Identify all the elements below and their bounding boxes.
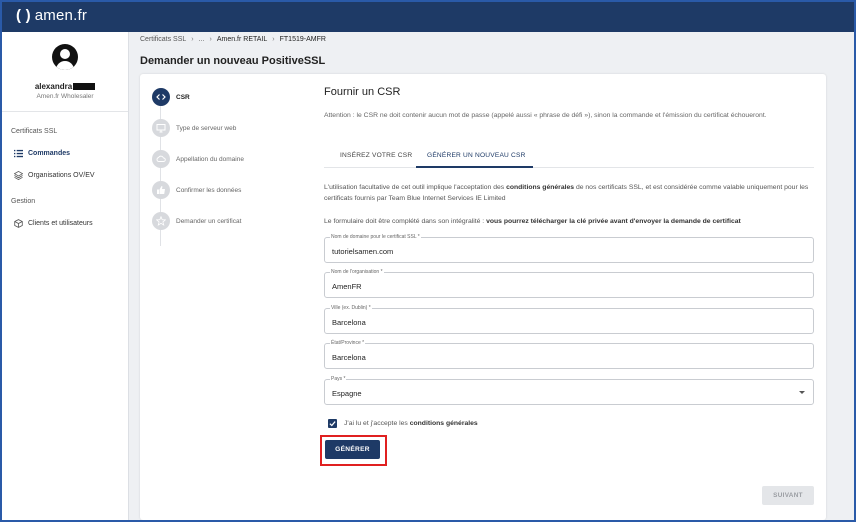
step-label: CSR	[176, 93, 190, 101]
step-server-type[interactable]: Type de serveur web	[152, 119, 236, 137]
field-value: Espagne	[332, 389, 362, 398]
layers-icon	[14, 171, 23, 180]
avatar[interactable]	[52, 44, 78, 70]
breadcrumb-current: FT1519-AMFR	[279, 36, 326, 43]
app-window: ( ) amen.fr alexandra Amen.fr Wholesaler …	[0, 0, 856, 522]
breadcrumb-item[interactable]: Amen.fr RETAIL	[217, 36, 267, 43]
organisation-field[interactable]: Nom de l'organisation * AmenFR	[324, 269, 814, 298]
sidebar: alexandra Amen.fr Wholesaler Certificats…	[2, 32, 129, 520]
cloud-icon	[152, 150, 170, 168]
next-button[interactable]: SUIVANT	[762, 486, 814, 505]
sidebar-section-ssl: Certificats SSL	[11, 128, 58, 135]
chevron-right-icon: ›	[191, 36, 194, 43]
active-tab-indicator	[416, 166, 533, 168]
sidebar-item-label: Commandes	[28, 150, 71, 157]
monitor-icon	[152, 119, 170, 137]
sidebar-item-label: Clients et utilisateurs	[28, 220, 93, 227]
csr-warning: Attention : le CSR ne doit contenir aucu…	[324, 112, 767, 119]
code-icon	[152, 88, 170, 106]
sidebar-section-gestion: Gestion	[11, 198, 36, 205]
field-value: Barcelona	[332, 353, 366, 362]
consent-row: J'ai lu et j'accepte les conditions géné…	[328, 419, 478, 428]
breadcrumb-item[interactable]: ...	[199, 36, 205, 43]
step-label: Type de serveur web	[176, 124, 237, 132]
city-field[interactable]: Ville (ex. Dublin) * Barcelona	[324, 305, 814, 334]
field-label: Nom de domaine pour le certificat SSL *	[330, 234, 421, 241]
domain-field[interactable]: Nom de domaine pour le certificat SSL * …	[324, 234, 814, 263]
chevron-down-icon	[799, 391, 805, 394]
conditions-link[interactable]: conditions générales	[410, 420, 478, 427]
cube-icon	[14, 219, 23, 228]
redacted-block	[73, 83, 96, 90]
terms-link[interactable]: conditions générales	[506, 184, 574, 191]
country-select[interactable]: Pays * Espagne	[324, 376, 814, 405]
check-icon	[329, 421, 336, 427]
star-icon	[152, 212, 170, 230]
chevron-right-icon: ›	[272, 36, 275, 43]
logo-text: amen.fr	[34, 7, 88, 24]
form-note: Le formulaire doit être complété dans so…	[324, 218, 741, 225]
step-label: Confirmer les données	[176, 186, 242, 194]
sidebar-item-label: Organisations OV/EV	[28, 172, 95, 179]
chevron-right-icon: ›	[209, 36, 212, 43]
list-icon	[14, 149, 23, 158]
step-label: Appellation du domaine	[176, 155, 244, 163]
thumbs-up-icon	[152, 181, 170, 199]
tab-insert-csr[interactable]: INSÉREZ VOTRE CSR	[340, 152, 412, 159]
step-csr[interactable]: CSR	[152, 88, 190, 106]
field-label: État/Province *	[330, 340, 366, 347]
field-label: Pays *	[330, 376, 347, 383]
terms-paragraph: L'utilisation facultative de cet outil i…	[324, 184, 809, 202]
field-label: Ville (ex. Dublin) *	[330, 305, 372, 312]
logo-mark: ( )	[16, 7, 31, 24]
breadcrumb: Certificats SSL ›... › Amen.fr RETAIL › FT151…	[140, 36, 326, 43]
generate-button[interactable]: GÉNÉRER	[325, 440, 380, 459]
form-title: Fournir un CSR	[324, 86, 401, 98]
main-card: CSR Type de serveur web Appellation du d…	[140, 74, 826, 520]
sidebar-item-organisations[interactable]: Organisations OV/EV	[14, 171, 95, 180]
top-bar: ( ) amen.fr	[2, 2, 854, 32]
step-label: Demander un certificat	[176, 217, 242, 225]
consent-label: J'ai lu et j'accepte les conditions géné…	[344, 420, 478, 427]
breadcrumb-item[interactable]: Certificats SSL	[140, 36, 186, 43]
tab-generate-csr[interactable]: GÉNÉRER UN NOUVEAU CSR	[427, 152, 526, 159]
step-domain[interactable]: Appellation du domaine	[152, 150, 244, 168]
consent-checkbox[interactable]	[328, 419, 337, 428]
field-value: AmenFR	[332, 282, 362, 291]
step-request[interactable]: Demander un certificat	[152, 212, 241, 230]
step-confirm[interactable]: Confirmer les données	[152, 181, 241, 199]
user-name: alexandra	[2, 82, 128, 91]
logo[interactable]: ( ) amen.fr	[16, 7, 87, 24]
user-role: Amen.fr Wholesaler	[36, 93, 94, 100]
state-field[interactable]: État/Province * Barcelona	[324, 340, 814, 369]
field-value: Barcelona	[332, 318, 366, 327]
sidebar-divider	[2, 111, 128, 112]
sidebar-item-commandes[interactable]: Commandes	[14, 149, 70, 158]
page-title: Demander un nouveau PositiveSSL	[140, 55, 326, 67]
csr-tabs: INSÉREZ VOTRE CSR GÉNÉRER UN NOUVEAU CSR	[324, 146, 814, 168]
field-value: tutorielsamen.com	[332, 247, 394, 256]
sidebar-item-clients[interactable]: Clients et utilisateurs	[14, 219, 93, 228]
field-label: Nom de l'organisation *	[330, 269, 384, 276]
